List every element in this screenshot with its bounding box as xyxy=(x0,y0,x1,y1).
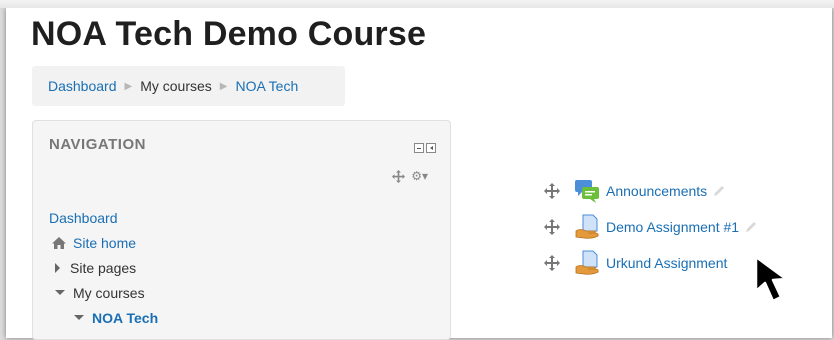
nav-item-label[interactable]: Site home xyxy=(73,235,136,251)
breadcrumb-dashboard[interactable]: Dashboard xyxy=(48,78,117,94)
pencil-icon[interactable] xyxy=(711,183,727,199)
pencil-icon[interactable] xyxy=(743,219,759,235)
nav-item-site-pages[interactable]: Site pages xyxy=(49,255,158,280)
breadcrumb: Dashboard ▶ My courses ▶ NOA Tech xyxy=(32,66,345,106)
assignment-icon xyxy=(575,214,599,239)
activity-link[interactable]: Demo Assignment #1 xyxy=(606,219,739,235)
activity-demo-assignment: Demo Assignment #1 xyxy=(544,214,759,240)
forum-icon xyxy=(575,180,599,203)
gear-icon[interactable]: ⚙▾ xyxy=(411,169,428,183)
mouse-cursor-icon xyxy=(754,255,788,303)
navigation-tree: Dashboard Site home Site pages My course… xyxy=(49,205,158,330)
assignment-icon xyxy=(575,250,599,275)
move-icon[interactable] xyxy=(544,219,560,235)
activity-link[interactable]: Announcements xyxy=(606,183,707,199)
collapse-block-icon[interactable] xyxy=(414,143,424,153)
breadcrumb-my-courses: My courses xyxy=(140,78,212,94)
activity-urkund-assignment: Urkund Assignment xyxy=(544,250,727,276)
nav-item-my-courses[interactable]: My courses xyxy=(49,280,158,305)
move-icon[interactable] xyxy=(392,169,406,183)
navigation-block-title: NAVIGATION xyxy=(49,136,146,153)
nav-item-label: My courses xyxy=(73,284,145,301)
expand-down-icon xyxy=(74,315,84,320)
expand-down-icon xyxy=(55,290,65,295)
nav-item-label[interactable]: NOA Tech xyxy=(92,310,158,326)
navigation-block: NAVIGATION ⚙▾ Dashboard Site home Site p… xyxy=(32,120,451,340)
breadcrumb-noa-tech[interactable]: NOA Tech xyxy=(235,78,298,94)
nav-item-noa-tech[interactable]: NOA Tech xyxy=(49,305,158,330)
nav-item-site-home[interactable]: Site home xyxy=(49,230,158,255)
expand-right-icon xyxy=(55,262,60,273)
page-title: NOA Tech Demo Course xyxy=(31,15,427,53)
breadcrumb-separator-icon: ▶ xyxy=(219,80,228,92)
activity-announcements: Announcements xyxy=(544,178,727,204)
activity-link[interactable]: Urkund Assignment xyxy=(606,255,727,271)
nav-item-label: Site pages xyxy=(70,259,137,276)
nav-item-dashboard[interactable]: Dashboard xyxy=(49,205,158,230)
block-tools: ⚙▾ xyxy=(392,169,428,183)
move-icon[interactable] xyxy=(544,183,560,199)
dock-block-icon[interactable] xyxy=(426,143,436,153)
breadcrumb-separator-icon: ▶ xyxy=(124,80,133,92)
move-icon[interactable] xyxy=(544,255,560,271)
block-controls xyxy=(414,143,436,153)
nav-item-label[interactable]: Dashboard xyxy=(49,210,118,226)
home-icon xyxy=(52,236,66,249)
